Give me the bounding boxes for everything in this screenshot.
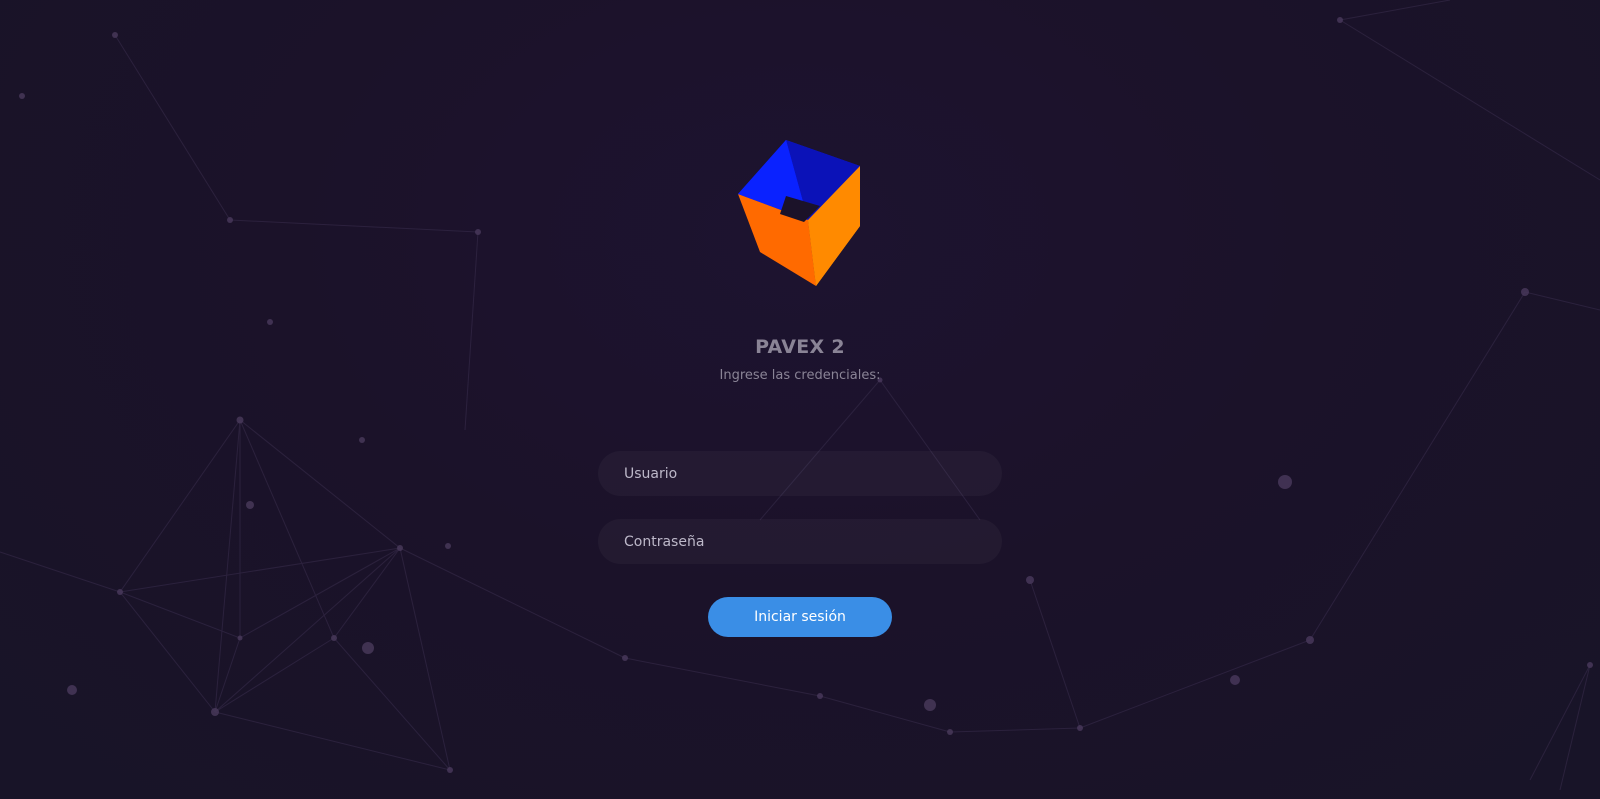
cube-logo-icon (738, 140, 860, 286)
password-input[interactable] (598, 519, 1002, 564)
login-button[interactable]: Iniciar sesión (708, 597, 892, 637)
login-page: PAVEX 2 Ingrese las credenciales: Inicia… (0, 0, 1600, 799)
app-title: PAVEX 2 (755, 336, 845, 358)
login-subtitle: Ingrese las credenciales: (719, 368, 881, 383)
network-background (0, 0, 1600, 791)
username-input[interactable] (598, 451, 1002, 496)
